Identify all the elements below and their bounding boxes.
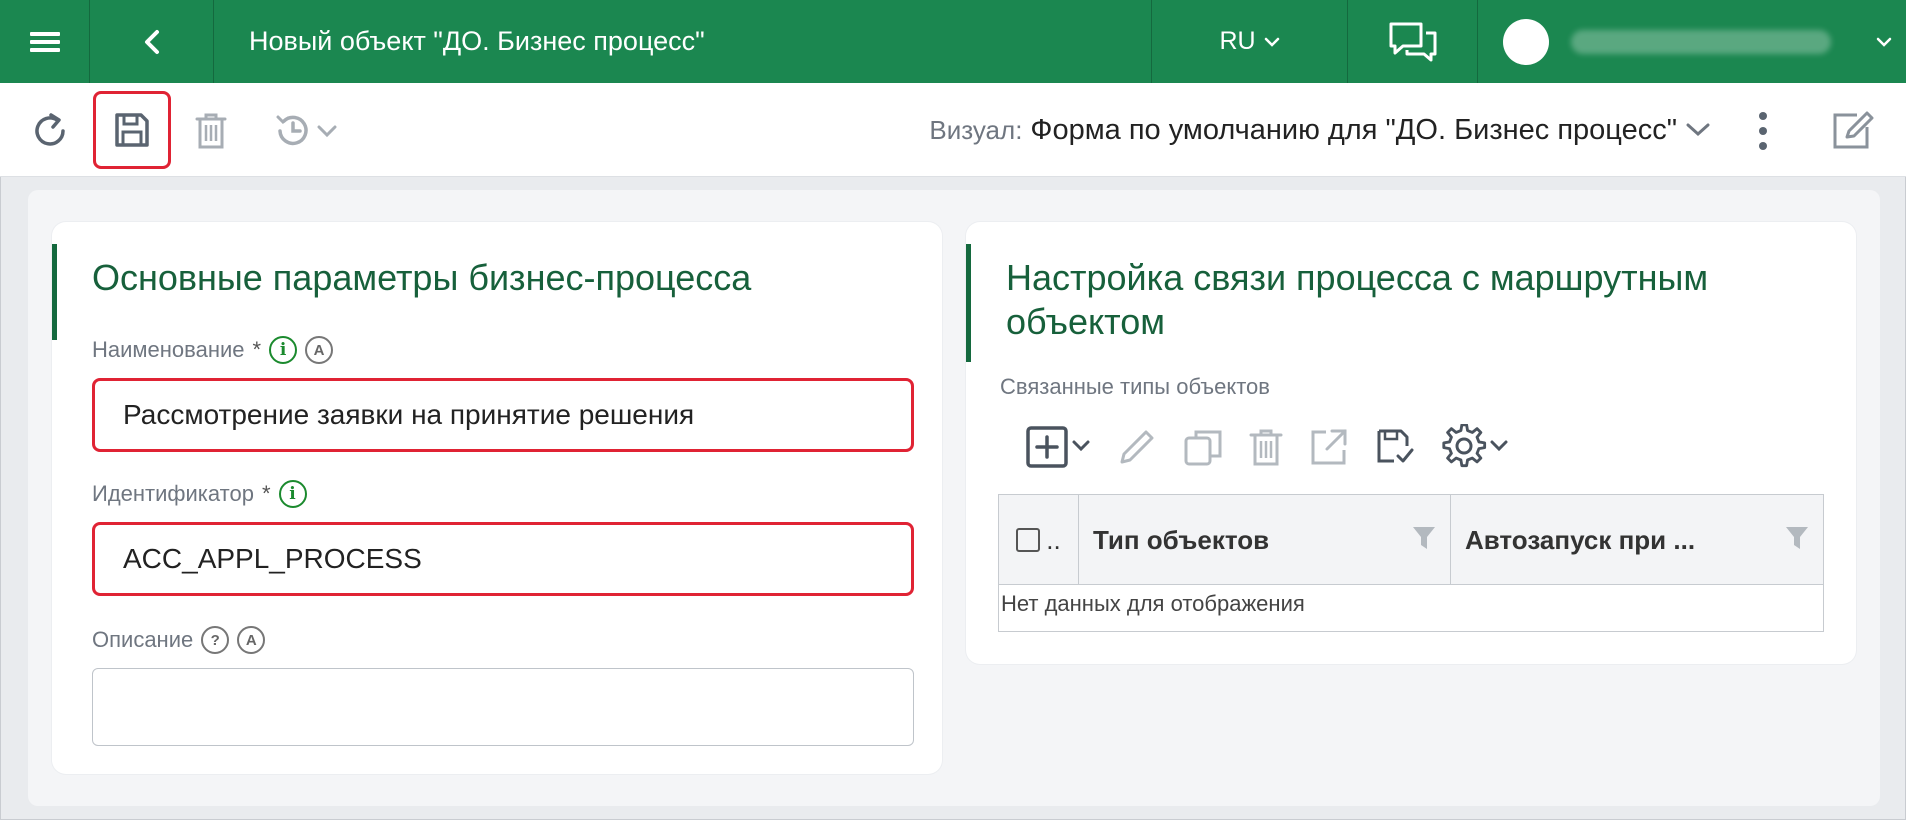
history-icon xyxy=(276,115,337,146)
select-all-cell[interactable]: .. xyxy=(999,495,1079,585)
chat-button[interactable] xyxy=(1348,0,1478,83)
name-label-text: Наименование xyxy=(92,337,245,362)
external-link-icon xyxy=(1311,429,1347,465)
identifier-input[interactable]: ACC_APPL_PROCESS xyxy=(92,522,914,596)
auto-translate-icon[interactable]: A xyxy=(237,626,266,654)
desc-field-label: Описание ? A xyxy=(92,626,266,654)
pencil-icon xyxy=(1120,430,1154,464)
visual-label: Визуал: xyxy=(929,114,1023,145)
chat-icon xyxy=(1389,22,1436,61)
grid-empty-message: Нет данных для отображения xyxy=(1001,591,1305,616)
back-icon xyxy=(144,29,159,54)
id-field-label: Идентификатор * i xyxy=(92,480,307,508)
save-check-icon xyxy=(1377,429,1414,463)
refresh-icon xyxy=(35,113,65,146)
column-header-label: Тип объектов xyxy=(1093,524,1270,555)
filter-icon[interactable] xyxy=(1785,525,1809,551)
more-button[interactable] xyxy=(1748,105,1778,157)
related-types-label: Связанные типы объектов xyxy=(1000,374,1270,399)
info-icon[interactable]: i xyxy=(269,336,298,364)
back-button[interactable] xyxy=(90,0,214,83)
card-accent-bar xyxy=(966,244,971,362)
copy-button[interactable] xyxy=(1182,426,1224,468)
info-icon[interactable]: i xyxy=(278,480,307,508)
delete-row-button[interactable] xyxy=(1248,426,1284,468)
grid-settings-button[interactable] xyxy=(1440,424,1510,470)
related-types-grid: .. Тип объектов Автозапуск при ... Нет д… xyxy=(998,494,1824,632)
gear-icon xyxy=(1442,424,1508,468)
save-settings-button[interactable] xyxy=(1374,426,1416,468)
menu-button[interactable] xyxy=(0,0,90,83)
form-body: Основные параметры бизнес-процесса Наиме… xyxy=(28,190,1880,806)
copy-icon xyxy=(1184,430,1222,466)
section-title: Основные параметры бизнес-процесса xyxy=(92,257,752,298)
language-label: RU xyxy=(1219,27,1256,55)
add-icon xyxy=(1026,426,1090,468)
user-menu[interactable] xyxy=(1478,0,1906,83)
column-header-label: Автозапуск при ... xyxy=(1465,524,1696,555)
description-input[interactable] xyxy=(92,668,914,746)
help-icon[interactable]: ? xyxy=(201,626,230,654)
save-button[interactable] xyxy=(93,91,171,169)
check-col-ellipsis: .. xyxy=(1046,524,1061,555)
main-params-card: Основные параметры бизнес-процесса Наиме… xyxy=(52,222,942,774)
user-name-blurred xyxy=(1571,29,1831,54)
section-title: Настройка связи процесса с маршрутным об… xyxy=(1006,257,1709,342)
column-header-type[interactable]: Тип объектов xyxy=(1079,495,1451,585)
filter-icon[interactable] xyxy=(1412,525,1436,551)
edit-icon xyxy=(1833,111,1874,149)
required-mark: * xyxy=(252,337,262,362)
grid-toolbar xyxy=(1026,420,1510,474)
toolbar: Визуал: Форма по умолчанию для "ДО. Бизн… xyxy=(0,83,1906,177)
edit-row-button[interactable] xyxy=(1116,426,1158,468)
grid-header: .. Тип объектов Автозапуск при ... xyxy=(999,495,1823,585)
visual-selector[interactable]: Визуал: Форма по умолчанию для "ДО. Бизн… xyxy=(929,83,1711,177)
page-title: Новый объект "ДО. Бизнес процесс" xyxy=(214,0,1152,83)
delete-icon xyxy=(195,113,227,149)
refresh-button[interactable] xyxy=(24,105,76,157)
edit-form-button[interactable] xyxy=(1822,105,1884,157)
delete-icon xyxy=(1249,429,1283,466)
menu-icon xyxy=(29,31,60,52)
visual-value: Форма по умолчанию для "ДО. Бизнес проце… xyxy=(1030,113,1677,146)
chevron-down-icon xyxy=(1264,37,1279,47)
open-external-button[interactable] xyxy=(1308,426,1350,468)
column-header-autostart[interactable]: Автозапуск при ... xyxy=(1451,495,1823,585)
app-header: Новый объект "ДО. Бизнес процесс" RU xyxy=(0,0,1906,83)
id-label-text: Идентификатор xyxy=(92,481,254,506)
chevron-down-icon xyxy=(1876,37,1892,47)
card-accent-bar xyxy=(52,244,57,340)
auto-translate-icon[interactable]: A xyxy=(305,336,334,364)
required-mark: * xyxy=(261,481,271,506)
avatar xyxy=(1503,18,1549,65)
more-icon xyxy=(1759,112,1767,150)
delete-button[interactable] xyxy=(185,105,237,157)
add-button[interactable] xyxy=(1026,424,1092,470)
chevron-down-icon xyxy=(1686,123,1710,137)
save-icon xyxy=(115,113,149,147)
history-button[interactable] xyxy=(262,105,352,157)
name-field-label: Наименование * i A xyxy=(92,336,334,364)
route-link-card: Настройка связи процесса с маршрутным об… xyxy=(966,222,1856,664)
language-selector[interactable]: RU xyxy=(1152,0,1348,83)
name-input[interactable]: Рассмотрение заявки на принятие решения xyxy=(92,378,914,452)
select-all-checkbox[interactable] xyxy=(1016,528,1041,552)
desc-label-text: Описание xyxy=(92,627,194,652)
